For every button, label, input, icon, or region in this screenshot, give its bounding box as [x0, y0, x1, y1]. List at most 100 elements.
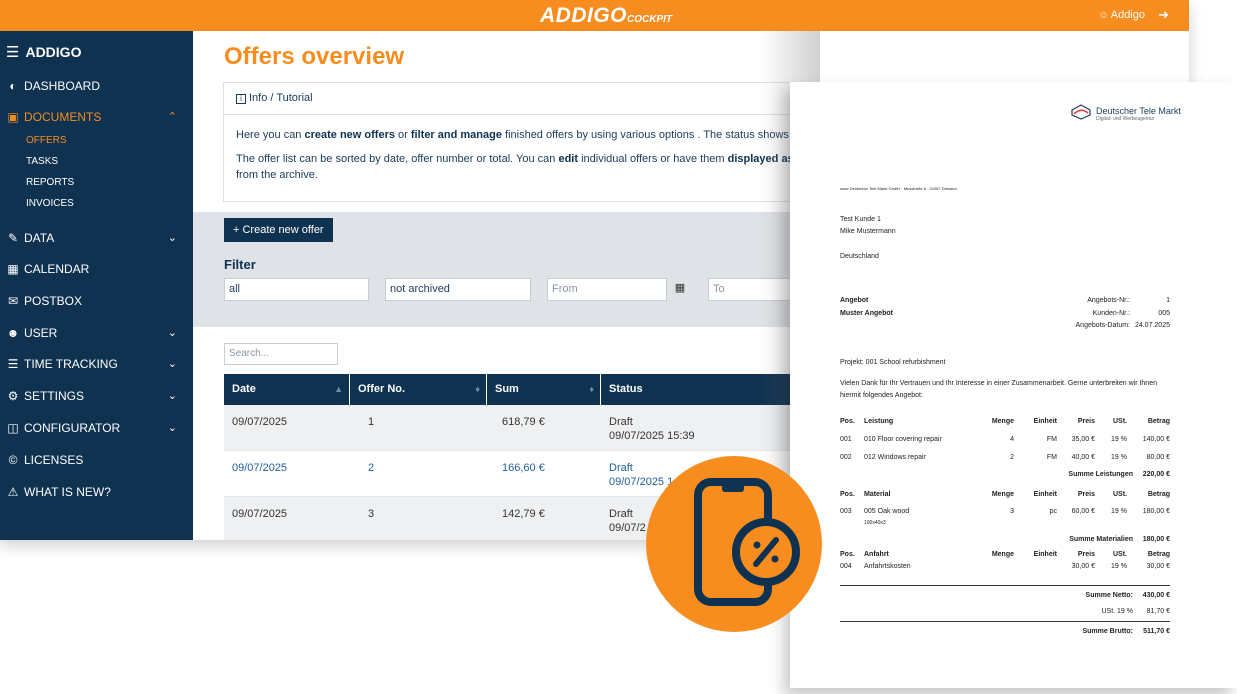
doc-col-amount: Betrag — [1147, 491, 1170, 498]
chevron-down-icon: ⌄ — [167, 232, 177, 244]
calendar-icon[interactable]: ▦ — [667, 278, 693, 301]
documents-icon: ▣ — [7, 110, 19, 124]
sidebar-sub-offers[interactable]: OFFERS — [26, 134, 67, 148]
project-line: Projekt: 001 School refurbishment — [840, 359, 946, 366]
cell-date: 09/07/2025 — [232, 416, 288, 428]
column-offer-no[interactable]: Offer No. ♦ — [350, 374, 487, 405]
column-sum[interactable]: Sum ♦ — [487, 374, 601, 405]
cell-date: 09/07/2025 — [232, 462, 288, 474]
warning-icon: ⚠ — [7, 485, 19, 499]
divider — [840, 621, 1170, 622]
column-date[interactable]: Date ▲ — [224, 374, 350, 405]
sidebar-item-data[interactable]: ✎ DATA ⌄ — [5, 228, 185, 248]
company-logo: Deutscher Tele Markt Digital- und Werbea… — [1070, 104, 1181, 122]
sidebar-item-postbox[interactable]: ✉ POSTBOX — [5, 291, 185, 311]
offer-document-preview: Deutscher Tele Markt Digital- und Werbea… — [790, 82, 1237, 688]
doc-col-vat: USt. — [1113, 418, 1127, 425]
top-bar: ADDIGOCOCKPIT ☺ Addigo ➜ — [0, 0, 1189, 31]
copyright-icon: © — [8, 453, 18, 467]
chevron-down-icon: ⌄ — [167, 390, 177, 402]
doc-cell: 012 Windows repair — [864, 454, 926, 461]
customer-line: Test Kunde 1 — [840, 216, 881, 223]
menu-icon[interactable]: ☰ — [6, 44, 19, 61]
sidebar: ☰ ADDIGO ◐ DASHBOARD ▣ DOCUMENTS ⌃ OFFERS TA… — [0, 31, 193, 540]
meta-label: Angebots-Nr.: — [1087, 297, 1130, 304]
doc-cell: 004 — [840, 563, 852, 570]
sidebar-item-what-is-new[interactable]: ⚠ WHAT IS NEW? — [5, 482, 185, 502]
customer-line: Mike Mustermann — [840, 228, 896, 235]
sidebar-item-dashboard[interactable]: ◐ DASHBOARD — [5, 76, 185, 96]
doc-col-vat: USt. — [1113, 491, 1127, 498]
material-note: 100x40x3 — [864, 520, 886, 526]
archive-filter-select[interactable]: not archived — [385, 278, 531, 301]
intro-line: hiermit folgendes Angebot: — [840, 392, 923, 399]
sidebar-item-calendar[interactable]: ▦ CALENDAR — [5, 259, 185, 279]
doc-col-desc: Material — [864, 491, 891, 498]
doc-col-desc: Leistung — [864, 418, 894, 425]
doc-cell: 19 % — [1111, 563, 1127, 570]
doc-col-price: Preis — [1077, 491, 1095, 498]
chevron-down-icon: ⌄ — [167, 327, 177, 339]
doc-col-price: Preis — [1077, 551, 1095, 558]
logo-mark-icon — [1071, 104, 1091, 120]
doc-cell: Anfahrtskosten — [864, 563, 911, 570]
sidebar-item-time-tracking[interactable]: ☰ TIME TRACKING ⌄ — [5, 354, 185, 374]
sidebar-sub-tasks[interactable]: TASKS — [26, 155, 58, 169]
from-date-input[interactable]: From — [547, 278, 667, 301]
type-filter-select[interactable]: all — [224, 278, 369, 301]
doc-cell: 30,00 € — [1146, 563, 1170, 570]
vat-label: USt. 19 % — [1101, 608, 1133, 615]
sidebar-header[interactable]: ☰ ADDIGO — [6, 43, 81, 61]
page-title: Offers overview — [224, 43, 405, 70]
create-offer-button[interactable]: + Create new offer — [224, 218, 333, 242]
net-total-label: Summe Netto: — [1085, 592, 1133, 599]
configurator-icon: ◫ — [7, 421, 19, 435]
logout-icon[interactable]: ➜ — [1158, 7, 1169, 23]
doc-col-pos: Pos. — [840, 551, 855, 558]
doc-cell: 19 % — [1111, 454, 1127, 461]
doc-cell: 35,00 € — [1071, 436, 1095, 443]
divider — [840, 585, 1170, 586]
doc-cell: 002 — [840, 454, 852, 461]
sidebar-item-user[interactable]: ☻ USER ⌄ — [5, 323, 185, 343]
doc-col-unit: Einheit — [1033, 418, 1057, 425]
doc-col-price: Preis — [1077, 418, 1095, 425]
intro-line: Vielen Dank für Ihr Vertrauen und Ihr In… — [840, 380, 1157, 387]
cell-date: 09/07/2025 — [232, 508, 288, 520]
user-menu[interactable]: ☺ Addigo — [1099, 9, 1145, 21]
chevron-down-icon: ⌄ — [167, 422, 177, 434]
chevron-down-icon: ⌄ — [167, 358, 177, 370]
sidebar-item-settings[interactable]: ⚙ SETTINGS ⌄ — [5, 386, 185, 406]
sidebar-item-licenses[interactable]: © LICENSES — [5, 450, 185, 470]
doc-cell: 140,00 € — [1142, 436, 1170, 443]
doc-cell: 4 — [1010, 436, 1014, 443]
sidebar-sub-reports[interactable]: REPORTS — [26, 176, 74, 190]
search-input[interactable]: Search... — [224, 343, 338, 365]
sort-icon[interactable]: ▲ — [334, 374, 343, 405]
cell-sum: 142,79 € — [502, 508, 545, 520]
sidebar-item-documents[interactable]: ▣ DOCUMENTS ⌃ — [5, 107, 185, 127]
doc-cell: pc — [1049, 508, 1057, 515]
sidebar-item-configurator[interactable]: ◫ CONFIGURATOR ⌄ — [5, 418, 185, 438]
gross-total-label: Summe Brutto: — [1082, 628, 1133, 635]
doc-col-unit: Einheit — [1033, 491, 1057, 498]
list-icon: ☰ — [7, 357, 19, 371]
doc-col-qty: Menge — [991, 551, 1014, 558]
mobile-discount-icon — [694, 478, 800, 606]
doc-col-amount: Betrag — [1147, 551, 1170, 558]
meta-value: 005 — [1158, 310, 1170, 317]
doc-cell: 010 Floor covering repair — [864, 436, 942, 443]
meta-label: Angebots-Datum: — [1075, 322, 1130, 329]
sort-icon[interactable]: ♦ — [475, 374, 480, 405]
filter-title: Filter — [224, 257, 256, 272]
doc-cell: 3 — [1010, 508, 1014, 515]
offer-label: Angebot — [840, 297, 869, 304]
brand-logo[interactable]: ADDIGOCOCKPIT — [540, 4, 672, 28]
sort-icon[interactable]: ♦ — [589, 374, 594, 405]
doc-col-unit: Einheit — [1033, 551, 1057, 558]
sidebar-sub-invoices[interactable]: INVOICES — [26, 197, 74, 211]
cell-sum: 166,60 € — [502, 462, 545, 474]
doc-col-pos: Pos. — [840, 491, 855, 498]
cell-offer-no: 1 — [368, 416, 375, 428]
doc-cell: 19 % — [1111, 508, 1127, 515]
